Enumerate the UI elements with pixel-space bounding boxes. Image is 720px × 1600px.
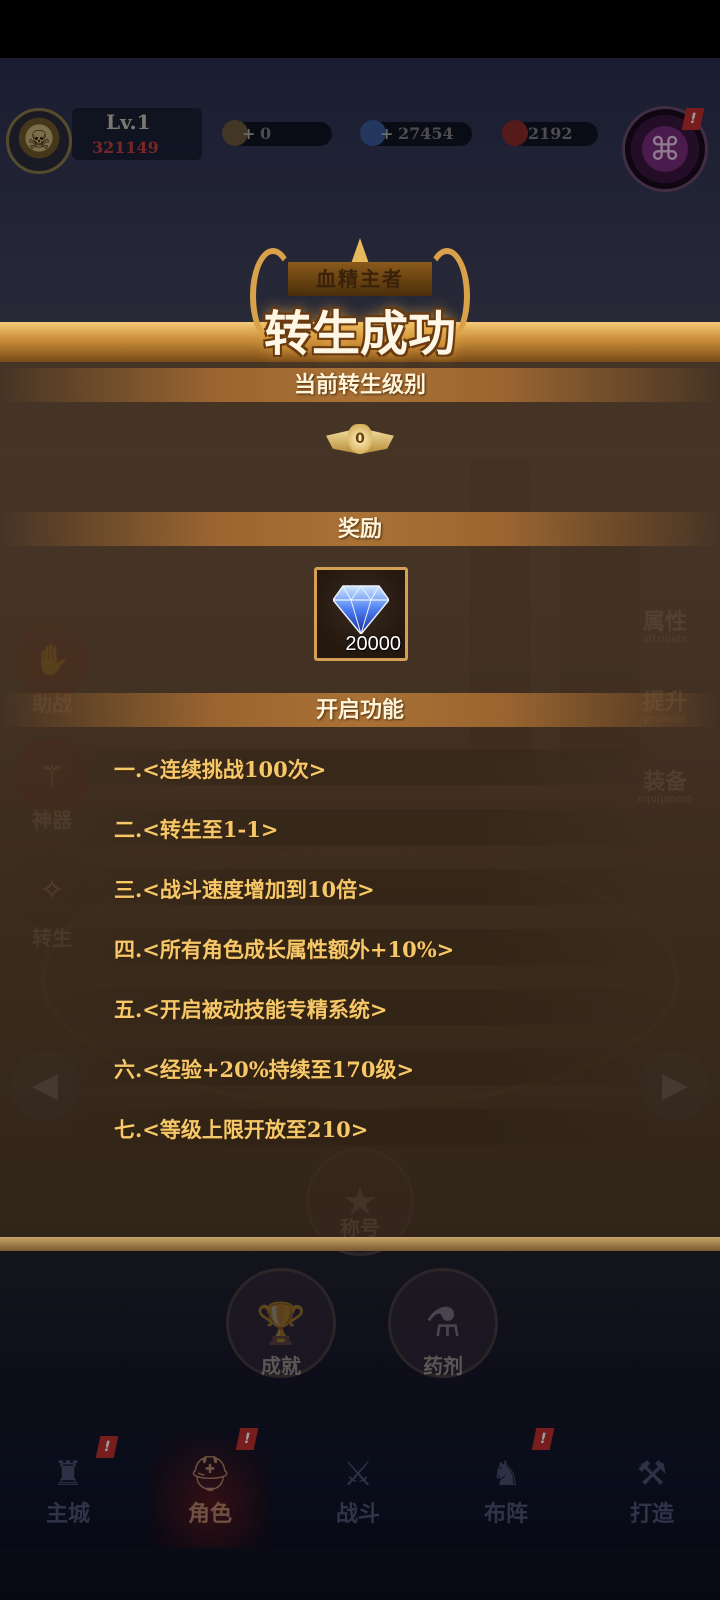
crest-banner: 血精主者 <box>288 262 432 296</box>
reward-item-slot[interactable]: 20000 <box>314 567 408 661</box>
unlock-feature-item: 六.<经验+20%持续至170级> <box>114 1057 415 1082</box>
unlock-feature-item: 一.<连续挑战100次> <box>114 757 327 782</box>
unlock-feature-item: 二.<转生至1-1> <box>114 817 279 842</box>
reward-section-header: 奖励 <box>0 512 720 546</box>
unlock-feature-item: 五.<开启被动技能专精系统> <box>114 997 388 1022</box>
reward-count: 20000 <box>345 633 401 655</box>
unlock-section-header: 开启功能 <box>0 693 720 727</box>
panel-bottom-border <box>0 1237 720 1251</box>
unlock-feature-item: 四.<所有角色成长属性额外+10%> <box>114 937 455 962</box>
diamond-icon <box>333 585 389 634</box>
rebirth-rank-emblem: 0 <box>326 420 394 466</box>
rank-gem: 0 <box>348 424 372 454</box>
unlock-feature-item: 三.<战斗速度增加到10倍> <box>114 877 375 902</box>
dialog-title: 转生成功 <box>263 306 456 362</box>
unlock-feature-item: 七.<等级上限开放至210> <box>114 1117 369 1142</box>
rank-section-header: 当前转生级别 <box>0 368 720 402</box>
